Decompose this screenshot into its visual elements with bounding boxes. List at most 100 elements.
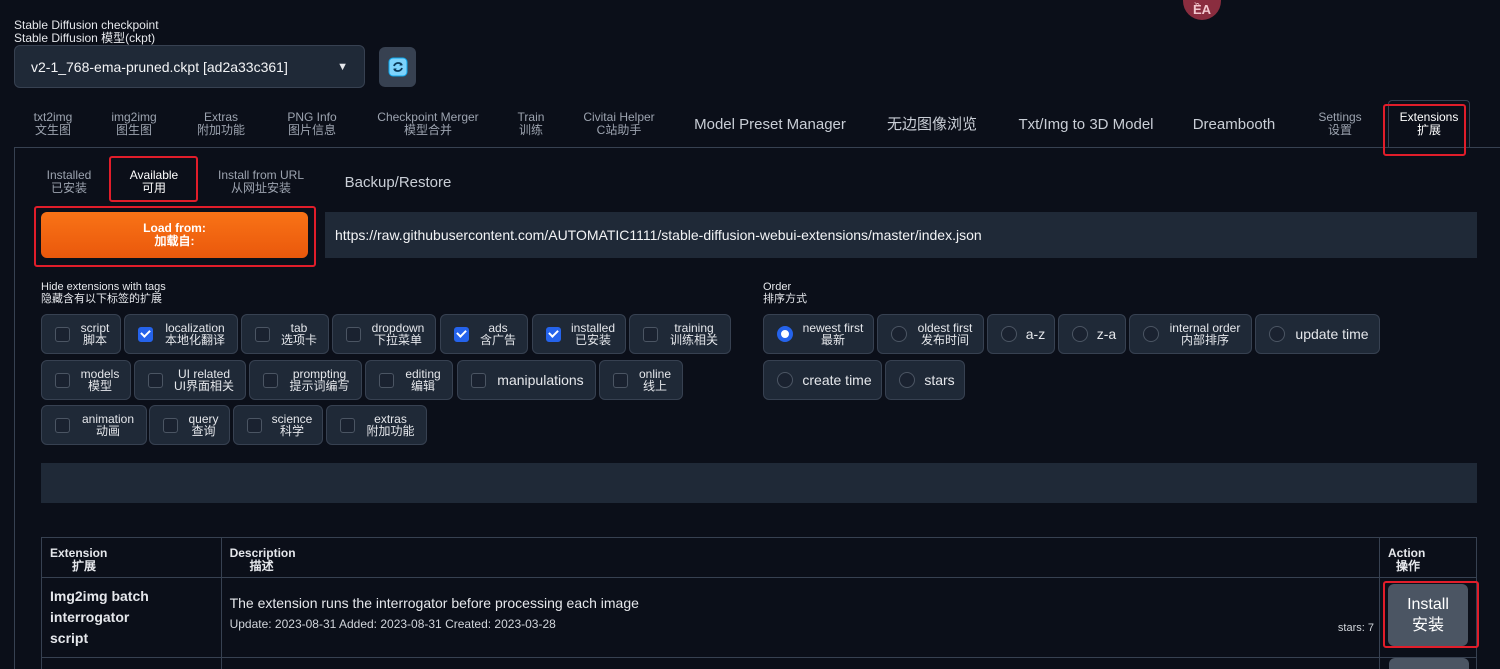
- extension-index-url-input[interactable]: [325, 212, 1477, 258]
- search-bar[interactable]: [41, 463, 1477, 503]
- column-header-action[interactable]: Action 操作: [1378, 537, 1478, 578]
- tag-checkbox-ads[interactable]: ads 含广告: [440, 314, 528, 354]
- checkpoint-dropdown[interactable]: v2-1_768-ema-pruned.ckpt [ad2a33c361] ▼: [14, 45, 365, 88]
- column-header-extension[interactable]: Extension 扩展: [41, 537, 222, 578]
- main-tab-bar: txt2img 文生图 img2img 图生图 Extras 附加功能 PNG …: [14, 100, 1500, 148]
- tab-civitai-helper[interactable]: Civitai Helper C站助手: [576, 100, 662, 148]
- order-radio-oldest-first[interactable]: oldest first 发布时间: [877, 314, 984, 354]
- checkbox[interactable]: [163, 417, 178, 433]
- tab-extensions[interactable]: Extensions 扩展: [1388, 100, 1470, 148]
- tab-txt2img[interactable]: txt2img 文生图: [26, 100, 80, 148]
- tab-train[interactable]: Train 训练: [510, 100, 552, 148]
- checkpoint-label-zh: Stable Diffusion 模型(ckpt): [14, 31, 156, 45]
- tab-settings[interactable]: Settings 设置: [1310, 100, 1370, 148]
- checkbox[interactable]: [263, 372, 278, 388]
- extension-name[interactable]: [41, 657, 222, 669]
- tag-checkbox-localization[interactable]: localization 本地化翻译: [124, 314, 238, 354]
- tab-png-info[interactable]: PNG Info 图片信息: [280, 100, 344, 148]
- load-from-button[interactable]: Load from: 加载自:: [41, 212, 308, 258]
- subtab-install-from-url[interactable]: Install from URL 从网址安装: [208, 162, 314, 202]
- order-label: create time: [802, 372, 872, 388]
- checkbox-checked[interactable]: [138, 326, 153, 342]
- tag-checkbox-manipulations[interactable]: manipulations: [457, 360, 596, 400]
- install-button[interactable]: [1389, 658, 1469, 669]
- tag-checkbox-editing[interactable]: editing 编辑: [365, 360, 453, 400]
- tag-checkbox-ui-related[interactable]: UI related UI界面相关: [134, 360, 246, 400]
- order-radio-newest-first[interactable]: newest first 最新: [763, 314, 874, 354]
- tag-label: ads 含广告: [479, 321, 516, 347]
- tag-label: extras 附加功能: [366, 412, 415, 438]
- tag-checkbox-extras[interactable]: extras 附加功能: [326, 405, 427, 445]
- checkbox[interactable]: [613, 372, 628, 388]
- tag-checkbox-prompting[interactable]: prompting 提示词编写: [249, 360, 362, 400]
- tab-txt-img-to-3d[interactable]: Txt/Img to 3D Model: [1010, 100, 1162, 148]
- checkbox[interactable]: [471, 372, 486, 388]
- order-radio-z-a[interactable]: z-a: [1058, 314, 1126, 354]
- radio[interactable]: [899, 372, 915, 388]
- radio[interactable]: [777, 372, 793, 388]
- tag-label: models 模型: [80, 367, 120, 393]
- radio-selected[interactable]: [777, 326, 793, 342]
- tab-label-zh: 训练: [518, 123, 543, 137]
- order-radio-create-time[interactable]: create time: [763, 360, 882, 400]
- tab-label: 无边图像浏览: [886, 115, 977, 133]
- star-count: stars: 7: [1337, 622, 1374, 634]
- checkbox[interactable]: [148, 372, 163, 388]
- refresh-checkpoint-button[interactable]: [379, 47, 416, 87]
- radio[interactable]: [1269, 326, 1285, 342]
- tag-checkbox-installed[interactable]: installed 已安装: [532, 314, 626, 354]
- subtab-installed[interactable]: Installed 已安装: [36, 162, 102, 202]
- order-radio-stars[interactable]: stars: [885, 360, 965, 400]
- radio[interactable]: [1001, 326, 1017, 342]
- tag-checkbox-online[interactable]: online 线上: [599, 360, 683, 400]
- radio[interactable]: [1143, 326, 1159, 342]
- extension-description: [220, 657, 1380, 669]
- order-radio-update-time[interactable]: update time: [1255, 314, 1380, 354]
- tab-label-zh: 设置: [1327, 123, 1352, 137]
- order-radio-a-z[interactable]: a-z: [987, 314, 1055, 354]
- checkbox-checked[interactable]: [546, 326, 561, 342]
- checkbox[interactable]: [643, 326, 658, 342]
- radio[interactable]: [891, 326, 907, 342]
- checkbox[interactable]: [55, 372, 70, 388]
- tag-checkbox-tab[interactable]: tab 选项卡: [241, 314, 329, 354]
- tag-checkbox-models[interactable]: models 模型: [41, 360, 131, 400]
- subtab-backup-restore[interactable]: Backup/Restore: [334, 162, 462, 202]
- tag-checkbox-query[interactable]: query 查询: [149, 405, 230, 445]
- tag-label: animation 动画: [81, 412, 135, 438]
- extension-name[interactable]: Img2img batch interrogator script: [41, 577, 222, 658]
- tab-extras[interactable]: Extras 附加功能: [188, 100, 254, 148]
- tag-checkbox-dropdown[interactable]: dropdown 下拉菜单: [332, 314, 436, 354]
- checkbox[interactable]: [55, 326, 70, 342]
- column-header-description[interactable]: Description 描述: [220, 537, 1380, 578]
- tab-model-preset-manager[interactable]: Model Preset Manager: [686, 100, 854, 148]
- checkbox[interactable]: [255, 326, 270, 342]
- avatar[interactable]: ỀA: [1183, 0, 1221, 20]
- checkbox[interactable]: [346, 326, 361, 342]
- install-label-en: Install: [1407, 596, 1449, 613]
- tab-dreambooth[interactable]: Dreambooth: [1184, 100, 1284, 148]
- refresh-icon: [388, 57, 407, 77]
- order-radio-internal-order[interactable]: internal order 内部排序: [1129, 314, 1252, 354]
- tab-checkpoint-merger[interactable]: Checkpoint Merger 模型合并: [370, 100, 486, 148]
- tab-divider: [14, 147, 1500, 148]
- tab-label-zh: 文生图: [34, 123, 71, 137]
- tag-checkbox-training[interactable]: training 训练相关: [629, 314, 731, 354]
- checkbox[interactable]: [55, 417, 70, 433]
- tag-checkbox-animation[interactable]: animation 动画: [41, 405, 147, 445]
- checkbox-checked[interactable]: [454, 326, 469, 342]
- radio[interactable]: [1072, 326, 1088, 342]
- subtab-available[interactable]: Available 可用: [114, 162, 194, 202]
- checkbox[interactable]: [247, 417, 262, 433]
- tag-checkbox-science[interactable]: science 科学: [233, 405, 323, 445]
- checkbox[interactable]: [379, 372, 394, 388]
- order-label: update time: [1295, 326, 1369, 342]
- subtab-label-zh: 可用: [141, 181, 166, 195]
- panel-border: [14, 147, 15, 669]
- tab-img2img[interactable]: img2img 图生图: [104, 100, 164, 148]
- tab-image-browser[interactable]: 无边图像浏览: [876, 100, 988, 148]
- checkbox[interactable]: [340, 417, 355, 433]
- tag-checkbox-script[interactable]: script 脚本: [41, 314, 121, 354]
- install-button[interactable]: Install 安装: [1387, 584, 1468, 646]
- tab-label-zh: 图片信息: [287, 123, 336, 137]
